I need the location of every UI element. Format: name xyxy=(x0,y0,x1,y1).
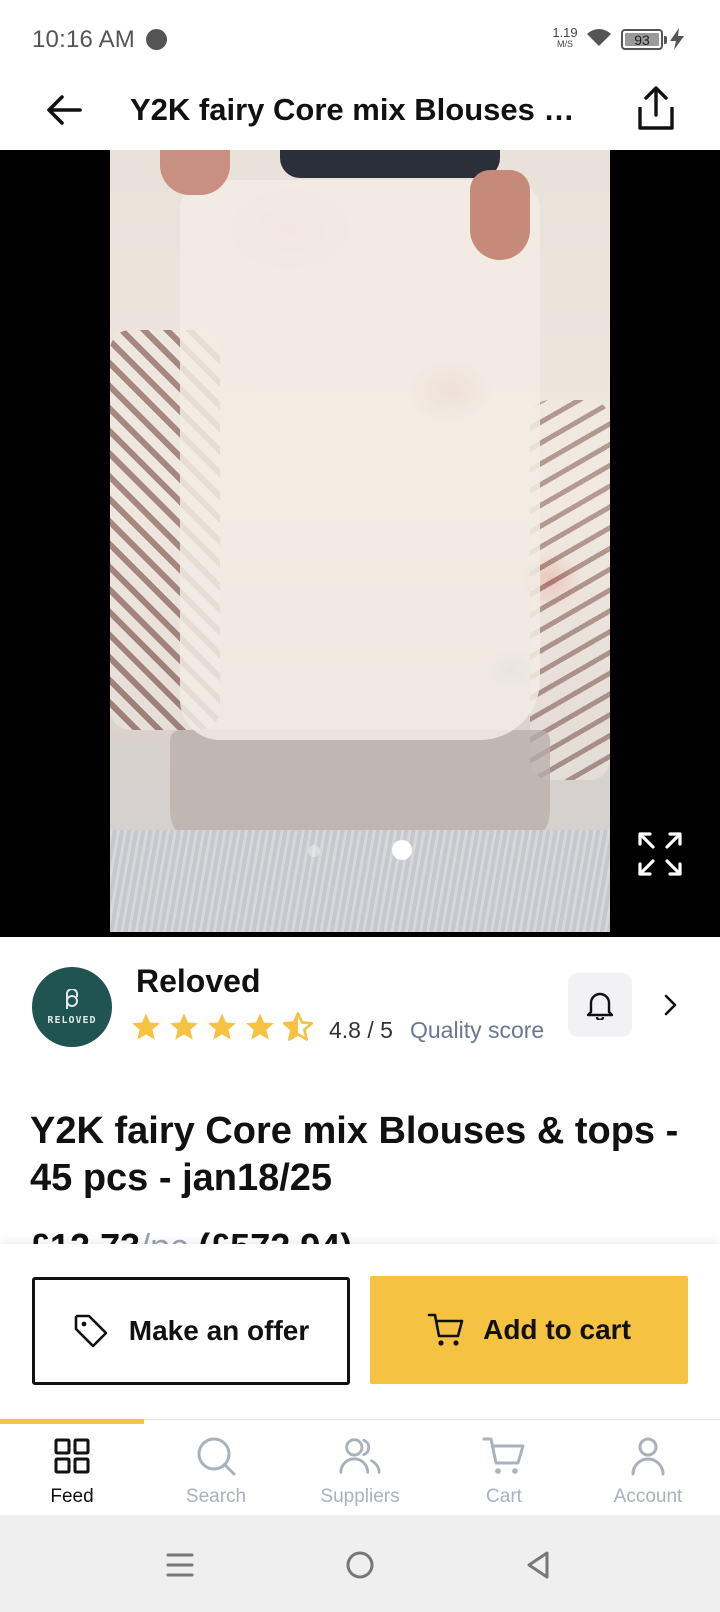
product-media-carousel[interactable] xyxy=(0,150,720,937)
nav-label-cart: Cart xyxy=(486,1486,522,1507)
seller-avatar[interactable]: RELOVED xyxy=(32,967,112,1047)
price-total: (£572.94) xyxy=(198,1226,352,1244)
photo-shirt-region xyxy=(280,150,500,178)
back-button[interactable] xyxy=(40,86,88,134)
nav-item-suppliers[interactable]: Suppliers xyxy=(288,1420,432,1516)
grid-icon xyxy=(54,1438,90,1474)
price-row: £12.73/pc (£572.94) xyxy=(30,1226,690,1244)
tag-icon xyxy=(74,1314,108,1348)
bell-icon xyxy=(586,992,614,1020)
page-title: Y2K fairy Core mix Blouses & t... xyxy=(130,92,595,127)
product-title: Y2K fairy Core mix Blouses & tops - 45 p… xyxy=(30,1110,679,1199)
action-panel: Make an offer Add to cart xyxy=(0,1244,720,1419)
make-offer-button[interactable]: Make an offer xyxy=(32,1277,350,1385)
rating-value: 4.8 / 5 xyxy=(329,1017,393,1043)
rating-stars xyxy=(130,1011,314,1043)
users-icon xyxy=(339,1438,381,1474)
nav-label-suppliers: Suppliers xyxy=(320,1486,400,1507)
app-header: Y2K fairy Core mix Blouses & t... xyxy=(0,78,720,150)
star-icon xyxy=(246,1013,274,1040)
seller-row[interactable]: RELOVED Reloved 4.8 / 5 Quality score xyxy=(0,937,720,1062)
share-icon xyxy=(638,86,674,130)
photo-main-garment xyxy=(180,180,540,740)
star-icon xyxy=(132,1013,160,1040)
photo-hand-right xyxy=(470,170,530,260)
nav-label-feed: Feed xyxy=(50,1486,94,1507)
menu-icon xyxy=(166,1553,194,1577)
battery-level: 93 xyxy=(625,33,659,47)
nav-item-search[interactable]: Search xyxy=(144,1420,288,1516)
star-icon xyxy=(170,1013,198,1040)
nav-label-search: Search xyxy=(185,1486,247,1507)
add-to-cart-button[interactable]: Add to cart xyxy=(370,1276,688,1384)
charging-icon xyxy=(670,28,684,50)
price-unit: £12.73 xyxy=(30,1226,140,1244)
circle-home-icon xyxy=(346,1551,374,1579)
reloved-logo-icon xyxy=(66,988,79,1009)
seller-details-button[interactable] xyxy=(656,987,686,1023)
follow-notify-button[interactable] xyxy=(568,973,632,1037)
system-back-button[interactable] xyxy=(518,1545,558,1585)
add-to-cart-label: Add to cart xyxy=(483,1314,631,1345)
home-button[interactable] xyxy=(340,1545,380,1585)
photo-rug xyxy=(110,830,610,932)
seller-logo-text: RELOVED xyxy=(47,1014,97,1026)
make-offer-label: Make an offer xyxy=(128,1315,310,1346)
nav-label-account: Account xyxy=(613,1486,683,1507)
arrow-left-icon xyxy=(47,95,82,125)
network-speed-value: 1.19 xyxy=(552,25,578,40)
price-per: /pc xyxy=(140,1226,188,1244)
cart-icon xyxy=(482,1437,525,1474)
share-button[interactable] xyxy=(630,80,682,136)
system-navigation-bar xyxy=(0,1515,720,1612)
chevron-right-icon xyxy=(664,994,677,1016)
status-bar: 10:16 AM 1.19 M/S 93 xyxy=(0,0,720,78)
notification-dot-icon xyxy=(146,29,167,50)
battery-icon: 93 xyxy=(621,29,667,50)
nav-item-feed[interactable]: Feed xyxy=(0,1420,144,1516)
carousel-dot-active[interactable] xyxy=(392,840,412,860)
carousel-dot[interactable] xyxy=(308,845,320,857)
product-photo xyxy=(110,150,610,932)
photo-print-right xyxy=(530,400,610,780)
fullscreen-icon[interactable] xyxy=(636,830,684,878)
network-speed-unit: M/S xyxy=(556,39,573,49)
cart-icon xyxy=(427,1313,464,1346)
recent-apps-button[interactable] xyxy=(160,1545,200,1585)
nav-item-account[interactable]: Account xyxy=(576,1420,720,1516)
bottom-nav: Feed Search Suppliers Cart Account xyxy=(0,1419,720,1515)
network-speed: 1.19 M/S xyxy=(548,26,582,49)
star-icon xyxy=(208,1013,236,1040)
rating-label: Quality score xyxy=(410,1017,545,1043)
user-icon xyxy=(631,1437,665,1476)
star-half-icon xyxy=(282,1012,314,1041)
status-time: 10:16 AM xyxy=(32,26,136,53)
seller-name[interactable]: Reloved xyxy=(136,963,260,1000)
triangle-back-icon xyxy=(527,1551,549,1579)
search-icon xyxy=(197,1437,236,1476)
wifi-icon xyxy=(587,29,611,46)
nav-item-cart[interactable]: Cart xyxy=(432,1420,576,1516)
